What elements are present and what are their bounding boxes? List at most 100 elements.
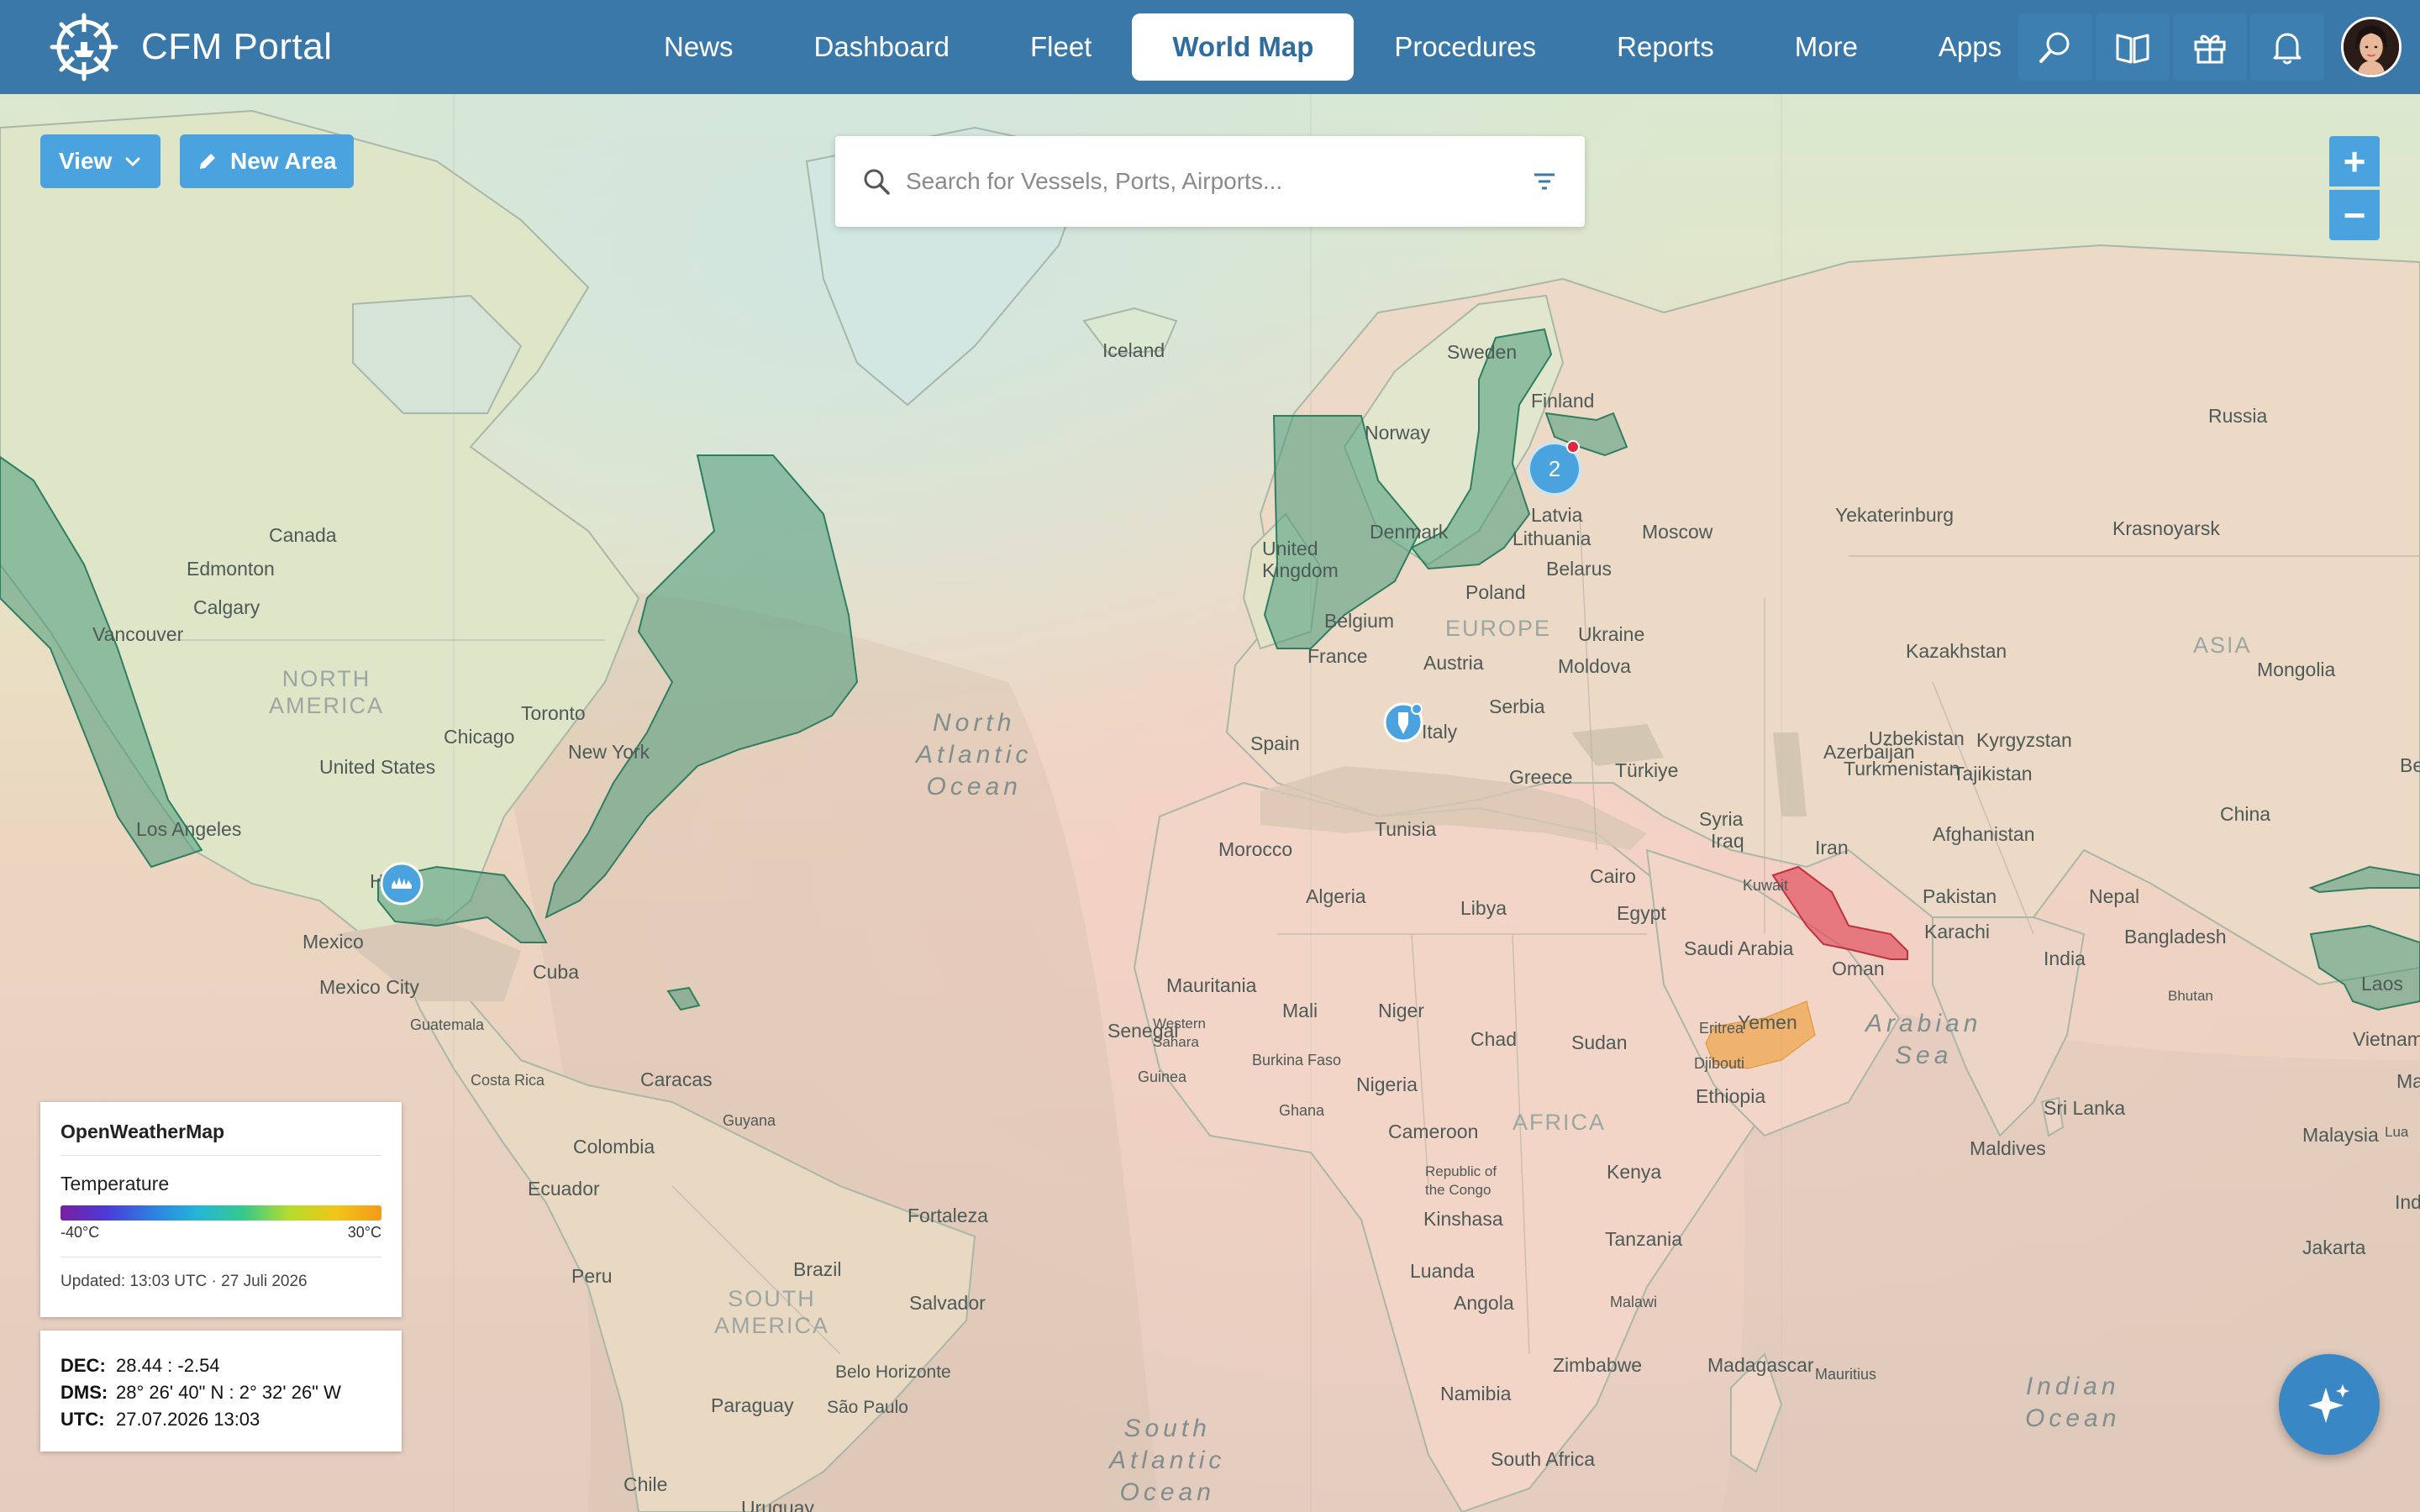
- place-label: Namibia: [1440, 1383, 1512, 1404]
- ocean-label: Arabian Sea: [1865, 1010, 1982, 1069]
- place-label: United Kingdom: [1262, 538, 1339, 581]
- place-label: Mauritania: [1166, 974, 1257, 996]
- place-label: India: [2044, 948, 2086, 969]
- place-label: Costa Rica: [471, 1072, 545, 1089]
- place-label: Tunisia: [1375, 818, 1437, 840]
- search-input[interactable]: [906, 168, 1531, 195]
- continent-label: ASIA: [2193, 633, 2252, 658]
- place-label: Türkiye: [1615, 759, 1679, 781]
- ocean-label: North Atlantic Ocean: [916, 709, 1033, 801]
- place-label: China: [2220, 803, 2271, 825]
- place-label: Vietnam: [2353, 1028, 2420, 1050]
- place-label: Chad: [1470, 1028, 1517, 1050]
- zoom-in-button[interactable]: +: [2329, 136, 2380, 186]
- search-button[interactable]: [2018, 13, 2092, 81]
- place-label: Uzbekistan: [1869, 727, 1965, 749]
- place-label: Norway: [1365, 422, 1430, 444]
- place-label: Nepal: [2089, 885, 2140, 907]
- place-label: New York: [568, 741, 650, 763]
- place-label: Serbia: [1489, 696, 1545, 717]
- place-label: Cairo: [1590, 865, 1636, 887]
- place-label: Greece: [1509, 766, 1573, 788]
- nav-procedures[interactable]: Procedures: [1354, 13, 1576, 81]
- vessel-marker[interactable]: [1383, 701, 1425, 750]
- place-label: Egypt: [1617, 902, 1666, 924]
- port-marker-icon: [380, 862, 424, 906]
- place-label: Italy: [1422, 721, 1458, 743]
- place-label: Mali: [1282, 1000, 1318, 1021]
- chevron-down-icon: [125, 157, 140, 167]
- place-label: Peru: [571, 1265, 613, 1287]
- place-label: Kyrgyzstan: [1976, 729, 2072, 751]
- place-label: Be: [2400, 754, 2420, 776]
- place-label: Guatemala: [410, 1016, 485, 1033]
- filter-icon[interactable]: [1531, 168, 1558, 195]
- place-label: Lithuania: [1512, 528, 1591, 549]
- bell-icon: [2273, 33, 2302, 65]
- place-label: Austria: [1423, 652, 1484, 674]
- place-label: Belarus: [1546, 558, 1612, 580]
- place-label: Niger: [1378, 1000, 1424, 1021]
- place-label: Finland: [1531, 390, 1595, 412]
- nav-world-map[interactable]: World Map: [1132, 13, 1355, 81]
- place-label: Ind: [2395, 1191, 2420, 1213]
- ship-wheel-logo-icon: [50, 13, 118, 81]
- place-label: Uruguay: [741, 1497, 814, 1512]
- nav-fleet[interactable]: Fleet: [990, 13, 1132, 81]
- nav-reports[interactable]: Reports: [1576, 13, 1754, 81]
- legend-scale: -40°C 30°C: [60, 1224, 381, 1242]
- top-navigation-bar: CFM Portal News Dashboard Fleet World Ma…: [0, 0, 2420, 94]
- place-label: Kazakhstan: [1906, 640, 2007, 662]
- nav-news[interactable]: News: [623, 13, 774, 81]
- view-dropdown-button[interactable]: View: [40, 134, 161, 188]
- place-label: Los Angeles: [136, 818, 242, 840]
- place-label: Colombia: [573, 1136, 655, 1158]
- place-label: Ghana: [1279, 1102, 1325, 1119]
- place-label: Chicago: [444, 726, 515, 748]
- place-label: Fortaleza: [908, 1205, 988, 1226]
- place-label: Ethiopia: [1696, 1085, 1766, 1107]
- place-label: Denmark: [1370, 521, 1449, 543]
- place-label: Ma: [2396, 1070, 2420, 1092]
- gifts-button[interactable]: [2173, 13, 2247, 81]
- zoom-out-button[interactable]: −: [2329, 190, 2380, 240]
- place-label: Djibouti: [1694, 1055, 1745, 1072]
- book-icon: [2116, 34, 2149, 64]
- place-label: Cameroon: [1388, 1121, 1479, 1142]
- place-label: Luanda: [1410, 1260, 1475, 1282]
- place-label: Kenya: [1607, 1161, 1662, 1183]
- place-label: Iraq: [1711, 830, 1744, 852]
- coord-utc-row: UTC: 27.07.2026 13:03: [60, 1406, 381, 1433]
- pencil-icon: [200, 154, 215, 169]
- user-avatar[interactable]: [2341, 17, 2402, 77]
- view-label: View: [59, 148, 113, 174]
- temperature-scale: [60, 1205, 381, 1221]
- place-label: Sri Lanka: [2044, 1097, 2126, 1119]
- port-marker[interactable]: [380, 862, 424, 910]
- place-label: Mauritius: [1815, 1366, 1877, 1383]
- library-button[interactable]: [2096, 13, 2170, 81]
- brand[interactable]: CFM Portal: [49, 13, 332, 81]
- place-label: Moldova: [1558, 655, 1631, 677]
- place-label: Bangladesh: [2124, 926, 2227, 948]
- place-label: Republic of the Congo: [1425, 1163, 1497, 1198]
- vessel-marker-icon: [1383, 702, 1423, 743]
- weather-legend: OpenWeatherMap Temperature -40°C 30°C Up…: [40, 1102, 402, 1317]
- place-label: Turkmenistan: [1844, 758, 1960, 780]
- place-label: Mexico: [302, 931, 364, 953]
- place-label: Lua: [2385, 1124, 2409, 1140]
- continent-label: NORTH AMERICA: [269, 666, 385, 718]
- new-area-button[interactable]: New Area: [180, 134, 354, 188]
- coord-utc-value: 27.07.2026 13:03: [116, 1409, 260, 1430]
- place-label: Paraguay: [711, 1394, 794, 1416]
- place-label: South Africa: [1491, 1448, 1596, 1470]
- notifications-button[interactable]: [2250, 13, 2324, 81]
- place-label: Sudan: [1571, 1032, 1628, 1053]
- app-title: CFM Portal: [141, 26, 333, 67]
- nav-dashboard[interactable]: Dashboard: [774, 13, 990, 81]
- nav-more[interactable]: More: [1754, 13, 1898, 81]
- place-label: Russia: [2208, 405, 2268, 427]
- place-label: Salvador: [909, 1292, 986, 1314]
- ai-assistant-button[interactable]: [2279, 1354, 2380, 1455]
- place-label: Nigeria: [1356, 1074, 1418, 1095]
